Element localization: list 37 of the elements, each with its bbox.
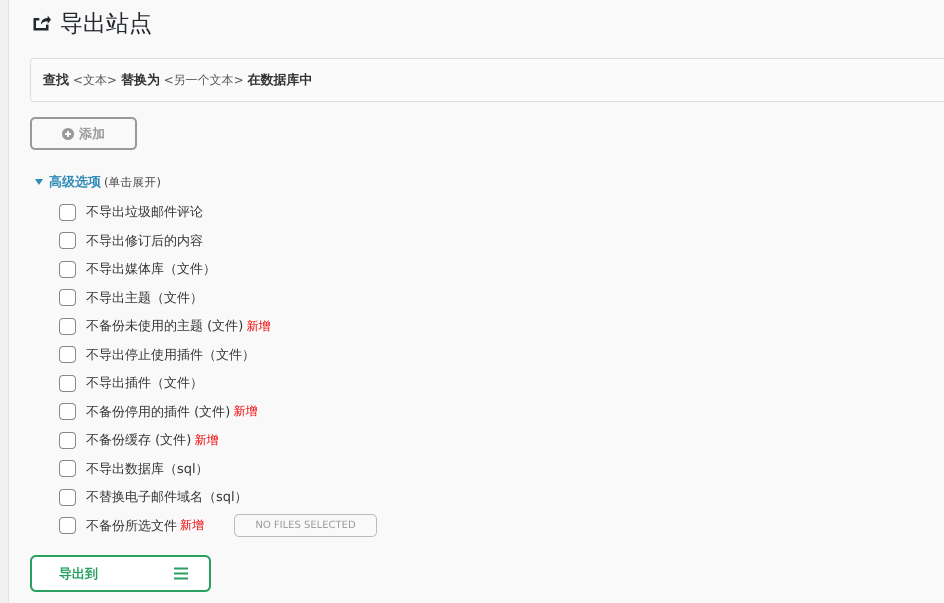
find-replace-text: 查找 <文本> 替换为 <另一个文本> 在数据库中 [43,72,312,89]
checkbox[interactable] [59,318,76,335]
new-tag: 新增 [180,517,204,534]
checkbox[interactable] [59,460,76,478]
new-tag: 新增 [194,432,218,449]
checkbox[interactable] [59,517,76,534]
advanced-hint: (单击展开) [104,174,161,190]
checkbox[interactable] [59,232,76,250]
option-label: 不备份停用的插件 (文件) [86,404,230,421]
checkbox[interactable] [59,289,76,306]
checkbox[interactable] [59,403,76,420]
file-select-button[interactable]: NO FILES SELECTED [234,514,377,538]
option-label: 不导出停止使用插件（文件） [86,346,255,364]
export-button[interactable]: 导出到 [30,555,211,592]
checkbox[interactable] [59,432,76,449]
plus-circle-icon [62,128,74,140]
new-tag: 新增 [233,403,258,420]
option-label: 不导出媒体库（文件） [86,261,216,278]
option-label: 不导出数据库（sql） [86,460,209,478]
option-label: 不导出垃圾邮件评论 [86,204,203,222]
new-tag: 新增 [246,318,270,335]
page-title: 导出站点 [60,10,152,38]
checkbox[interactable] [59,260,76,278]
menu-icon [174,567,188,580]
option-label: 不导出插件（文件） [86,375,203,392]
checkbox[interactable] [59,346,76,364]
triangle-icon[interactable] [35,178,43,186]
option-label: 不导出主题（文件） [86,290,203,307]
checkbox[interactable] [59,488,76,506]
option-label: 不备份所选文件 [86,518,177,535]
option-label: 不备份未使用的主题 (文件) [86,318,244,336]
option-label: 不替换电子邮件域名（sql） [86,489,248,506]
checkbox[interactable] [59,374,76,392]
advanced-options-link[interactable]: 高级选项 [49,173,101,191]
option-label: 不备份缓存 (文件) [86,432,192,450]
option-label: 不导出修订后的内容 [86,232,203,250]
checkbox[interactable] [59,204,76,221]
